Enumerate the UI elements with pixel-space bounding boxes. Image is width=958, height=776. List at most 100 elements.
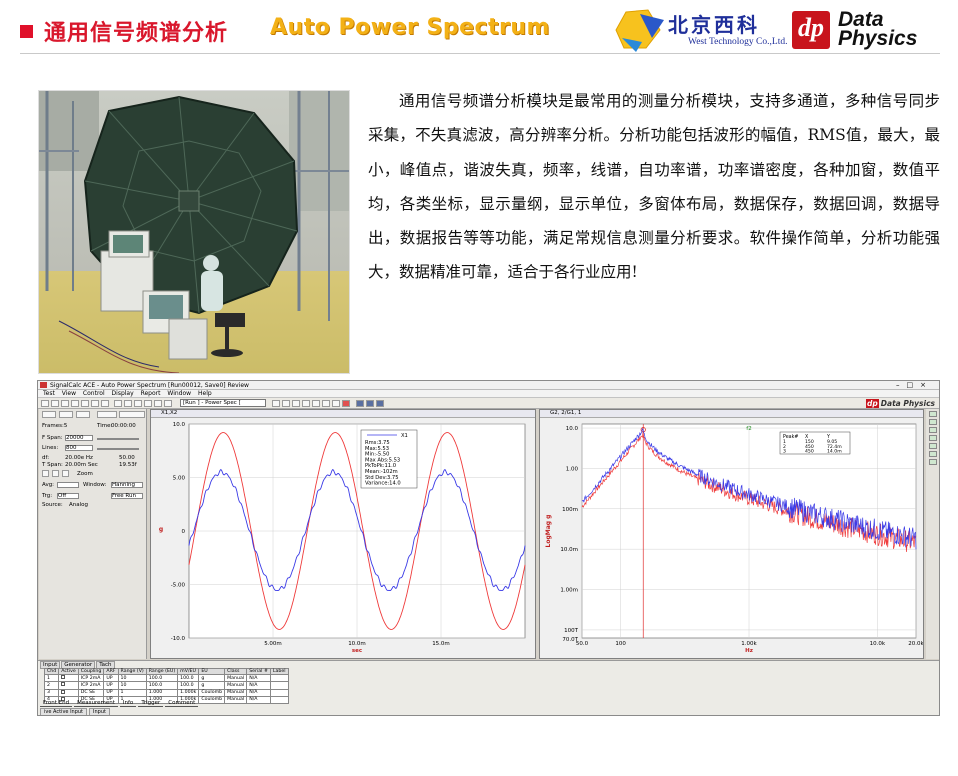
peak-icon[interactable] [312, 400, 320, 407]
panel-btn-4[interactable] [97, 411, 117, 418]
zoom-out-icon[interactable] [292, 400, 300, 407]
strip-btn-2[interactable] [929, 419, 937, 425]
fspan-label: F Span: [42, 435, 63, 441]
menu-display[interactable]: Display [112, 390, 134, 398]
zoom-icon[interactable] [164, 400, 172, 407]
spec-ytick: 10.0 [566, 426, 579, 432]
avg-select[interactable] [57, 482, 79, 488]
time-waveform-plot[interactable]: 10.0 5.00 0 -5.00 -10.0 5.00m 10.0m 15.0m sec g X1… [151, 418, 535, 658]
time-xlabel: sec [352, 648, 362, 654]
panel-btn-3[interactable] [76, 411, 90, 418]
active-checkbox[interactable] [61, 689, 66, 694]
zoom-radio-1[interactable] [42, 470, 49, 477]
panel-btn-5[interactable] [119, 411, 145, 418]
tab-measurement[interactable]: Measurement [74, 700, 118, 707]
strip-btn-7[interactable] [929, 459, 937, 465]
lines-value: 800 [66, 445, 77, 451]
copy-icon[interactable] [71, 400, 79, 407]
start-icon[interactable] [124, 400, 132, 407]
pause-icon[interactable] [134, 400, 142, 407]
measurement-select[interactable]: [Run ] - Power Spec [ [180, 399, 266, 407]
tspan-right-value: 19.53f [119, 462, 137, 468]
channel-table-row[interactable]: 1 ICP 2mA UP 10 100.0 100.0 g Manual N/A [43, 674, 289, 683]
stop-icon[interactable] [144, 400, 152, 407]
tab-comment[interactable]: Comment [165, 700, 199, 707]
channel-table-cell [269, 674, 289, 683]
table-icon[interactable] [101, 400, 109, 407]
spec-xtick: 50.0 [576, 641, 589, 647]
spec-ytick: 1.00 [566, 466, 579, 472]
channel-table-cell: N/A [246, 674, 271, 683]
new-icon[interactable] [41, 400, 49, 407]
open-icon[interactable] [51, 400, 59, 407]
record-icon[interactable] [154, 400, 162, 407]
cursor-icon[interactable] [272, 400, 280, 407]
tab-input-footer[interactable]: Input [89, 708, 110, 715]
zoom-radio-2[interactable] [52, 470, 59, 477]
zoom-in-icon[interactable] [282, 400, 290, 407]
layout-3-icon[interactable] [376, 400, 384, 407]
strip-btn-5[interactable] [929, 443, 937, 449]
time-value: 00:00:00 [111, 423, 136, 429]
harmonic-icon[interactable] [322, 400, 330, 407]
strip-btn-3[interactable] [929, 427, 937, 433]
strip-btn-1[interactable] [929, 411, 937, 417]
channel-table-cell: g [198, 674, 226, 683]
channel-table-cell: 10 [117, 674, 147, 683]
spectrum-pane[interactable]: G2, 2/G1, 1 10.0 1.00 100m 10.0m 1.00m 100T 70… [539, 409, 924, 659]
channel-table-cell: Coulomb [198, 695, 226, 705]
spec-xlabel: Hz [745, 648, 753, 654]
df-label: df: [42, 455, 50, 461]
layout-1-icon[interactable] [356, 400, 364, 407]
channel-table-header: ARF [103, 667, 119, 676]
west-technology-logo: 北京西科 West Technology Co.,Ltd. [612, 8, 787, 52]
menu-help[interactable]: Help [198, 390, 212, 398]
time-waveform-pane[interactable]: X1,X2 10.0 5.00 0 -5.00 -10.0 5.00m 10.0m 15.0m… [150, 409, 536, 659]
tab-front-end[interactable]: Front End [40, 700, 73, 707]
menu-control[interactable]: Control [83, 390, 105, 398]
record-red-icon[interactable] [342, 400, 350, 407]
panel-btn-1[interactable] [42, 411, 56, 418]
channel-table-cell: N/A [246, 688, 271, 697]
active-checkbox[interactable] [61, 682, 66, 687]
window-controls[interactable]: –□× [896, 381, 933, 389]
menu-bar: Test View Control Display Report Window … [38, 390, 939, 398]
channel-table-cell [269, 681, 289, 690]
time-xtick: 15.0m [432, 641, 450, 647]
strip-btn-4[interactable] [929, 435, 937, 441]
fspan-slider[interactable] [97, 438, 139, 440]
antenna-test-photo [38, 90, 350, 374]
strip-btn-6[interactable] [929, 451, 937, 457]
spectrum-plot[interactable]: 10.01.00100m10.0m1.00m100T70.0T50.0 100 1.… [540, 418, 923, 658]
tab-trigger[interactable]: Trigger [138, 700, 164, 707]
menu-test[interactable]: Test [43, 390, 55, 398]
tab-active-input[interactable]: ive Active Input [40, 708, 88, 715]
menu-view[interactable]: View [62, 390, 76, 398]
zoom-radio-3[interactable] [62, 470, 69, 477]
channel-table-header: Active [58, 667, 79, 676]
channel-table-cell: 100.0 [145, 681, 179, 690]
time-ytick: 0 [182, 529, 186, 535]
save-icon[interactable] [61, 400, 69, 407]
channel-table-cell: 3 [43, 688, 60, 697]
print-icon[interactable] [114, 400, 122, 407]
channel-table-row[interactable]: 2 ICP 2mA UP 10 100.0 100.0 g Manual N/A [43, 681, 289, 690]
active-checkbox[interactable] [61, 675, 66, 680]
menu-report[interactable]: Report [141, 390, 161, 398]
lines-slider[interactable] [97, 448, 139, 450]
stats-icon[interactable] [332, 400, 340, 407]
time-pane-title: X1,X2 [151, 410, 535, 418]
channel-table-cell: ICP 2mA [77, 674, 105, 683]
panel-btn-2[interactable] [59, 411, 73, 418]
menu-window[interactable]: Window [167, 390, 191, 398]
channel-table-row[interactable]: 3 DC SE UP 1 1.000 1.000k Coulomb Manual N/A [43, 688, 289, 697]
graph-icon[interactable] [91, 400, 99, 407]
signalcalc-window: SignalCalc ACE - Auto Power Spectrum [Ru… [37, 380, 940, 716]
autoscale-icon[interactable] [302, 400, 310, 407]
paste-icon[interactable] [81, 400, 89, 407]
layout-2-icon[interactable] [366, 400, 374, 407]
tab-info[interactable]: Info [119, 700, 137, 707]
channel-table-cell: N/A [246, 695, 271, 705]
channel-table-cell: N/A [246, 681, 271, 690]
west-technology-emblem-icon [615, 9, 664, 52]
